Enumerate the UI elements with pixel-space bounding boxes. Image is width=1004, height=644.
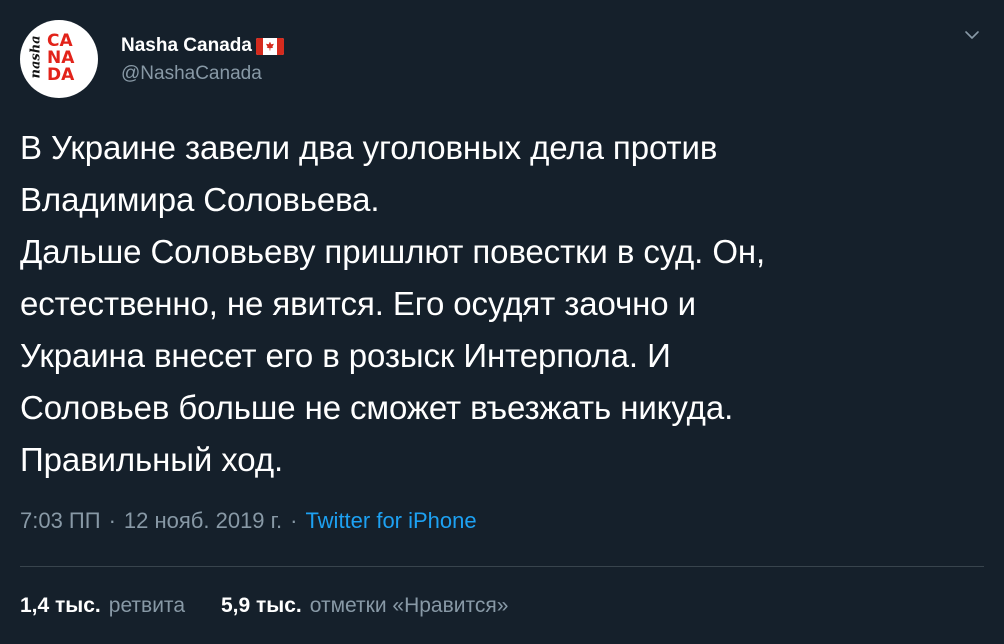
tweet-text: В Украине завели два уголовных дела прот… — [20, 122, 980, 486]
avatar[interactable]: nasha CA NA DA — [20, 20, 98, 98]
display-name[interactable]: Nasha Canada — [121, 35, 252, 57]
avatar-canada-line: DA — [47, 65, 75, 85]
maple-leaf-icon — [265, 41, 274, 51]
tweet-text-line: Дальше Соловьеву пришлют повестки в суд.… — [20, 233, 766, 270]
tweet-text-line: Украина внесет его в розыск Интерпола. И — [20, 337, 671, 374]
canada-flag-icon — [255, 37, 284, 55]
tweet-text-line: Соловьев больше не сможет въезжать никуд… — [20, 389, 734, 426]
likes-label: отметки «Нравится» — [309, 594, 509, 617]
chevron-down-icon[interactable] — [964, 27, 980, 43]
retweets-label: ретвита — [108, 594, 185, 617]
tweet-date[interactable]: 12 нояб. 2019 г. — [124, 508, 282, 534]
tweet-text-line: Владимира Соловьева. — [20, 181, 380, 218]
meta-separator: · — [290, 508, 298, 533]
tweet-time[interactable]: 7:03 ПП — [20, 508, 101, 534]
tweet-text-line: естественно, не явится. Его осудят заочн… — [20, 285, 696, 322]
tweet-stats: 1,4 тыс. ретвита 5,9 тыс. отметки «Нрави… — [20, 594, 508, 618]
likes-count: 5,9 тыс. — [221, 594, 302, 617]
tweet-meta: 7:03 ПП · 12 нояб. 2019 г. · Twitter for… — [20, 508, 477, 534]
display-name-row[interactable]: Nasha Canada — [121, 33, 284, 59]
tweet-text-line: Правильный ход. — [20, 441, 284, 478]
tweet-card: nasha CA NA DA Nasha Canada @NashaCanada… — [0, 0, 1004, 644]
avatar-canada-text: CA NA DA — [47, 33, 91, 84]
divider — [20, 566, 984, 567]
likes-stat[interactable]: 5,9 тыс. отметки «Нравится» — [221, 594, 508, 618]
user-info: Nasha Canada @NashaCanada — [121, 33, 284, 85]
retweets-stat[interactable]: 1,4 тыс. ретвита — [20, 594, 185, 618]
tweet-header: nasha CA NA DA Nasha Canada @NashaCanada — [20, 20, 284, 98]
tweet-source-link[interactable]: Twitter for iPhone — [305, 508, 476, 534]
avatar-nasha-text: nasha — [28, 35, 44, 79]
meta-separator: · — [108, 508, 116, 533]
user-handle[interactable]: @NashaCanada — [121, 63, 284, 85]
retweets-count: 1,4 тыс. — [20, 594, 101, 617]
tweet-text-line: В Украине завели два уголовных дела прот… — [20, 129, 718, 166]
